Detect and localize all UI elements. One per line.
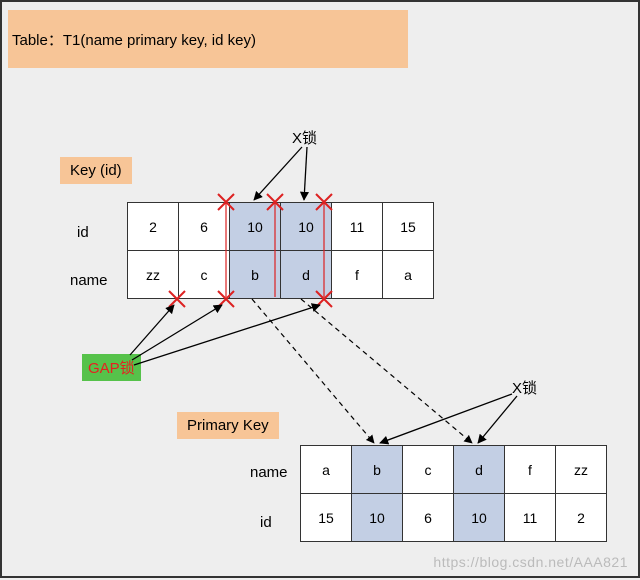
gap-lock-label-text: GAP锁 (88, 360, 135, 377)
cell-id-1: 6 (179, 203, 230, 251)
table-title: Table：T1(name primary key, id key) (8, 10, 408, 68)
key-id-table: 2 6 10 10 11 15 zz c b d f a (127, 202, 434, 299)
top-row-label-id: id (77, 224, 89, 241)
pk-name-5: zz (556, 446, 607, 494)
pk-name-2: c (403, 446, 454, 494)
table-row: a b c d f zz (301, 446, 607, 494)
cell-name-1: c (179, 251, 230, 299)
table-row: 15 10 6 10 11 2 (301, 494, 607, 542)
table-row: zz c b d f a (128, 251, 434, 299)
gap-lock-label: GAP锁 (82, 354, 141, 381)
pk-id-2: 6 (403, 494, 454, 542)
cell-id-3: 10 (281, 203, 332, 251)
table-row: 2 6 10 10 11 15 (128, 203, 434, 251)
top-row-label-name: name (70, 272, 108, 289)
pk-id-1: 10 (352, 494, 403, 542)
key-id-label: Key (id) (60, 157, 132, 184)
pk-name-0: a (301, 446, 352, 494)
pk-name-3: d (454, 446, 505, 494)
primary-key-label-text: Primary Key (187, 417, 269, 434)
xlock-label-top: X锁 (292, 127, 317, 148)
primary-key-table: a b c d f zz 15 10 6 10 11 2 (300, 445, 607, 542)
pk-id-3: 10 (454, 494, 505, 542)
xlock-label-bottom: X锁 (512, 377, 537, 398)
watermark: https://blog.csdn.net/AAA821 (433, 554, 628, 570)
cell-name-0: zz (128, 251, 179, 299)
cell-name-3: d (281, 251, 332, 299)
cell-id-2: 10 (230, 203, 281, 251)
cell-name-2: b (230, 251, 281, 299)
pk-id-5: 2 (556, 494, 607, 542)
cell-name-5: a (383, 251, 434, 299)
pk-id-0: 15 (301, 494, 352, 542)
pk-id-4: 11 (505, 494, 556, 542)
pk-name-4: f (505, 446, 556, 494)
cell-id-5: 15 (383, 203, 434, 251)
cell-name-4: f (332, 251, 383, 299)
pk-name-1: b (352, 446, 403, 494)
cell-id-0: 2 (128, 203, 179, 251)
primary-key-label: Primary Key (177, 412, 279, 439)
bottom-row-label-id: id (260, 514, 272, 531)
bottom-row-label-name: name (250, 464, 288, 481)
table-title-text: Table：T1(name primary key, id key) (12, 29, 256, 50)
key-id-label-text: Key (id) (70, 162, 122, 179)
cell-id-4: 11 (332, 203, 383, 251)
